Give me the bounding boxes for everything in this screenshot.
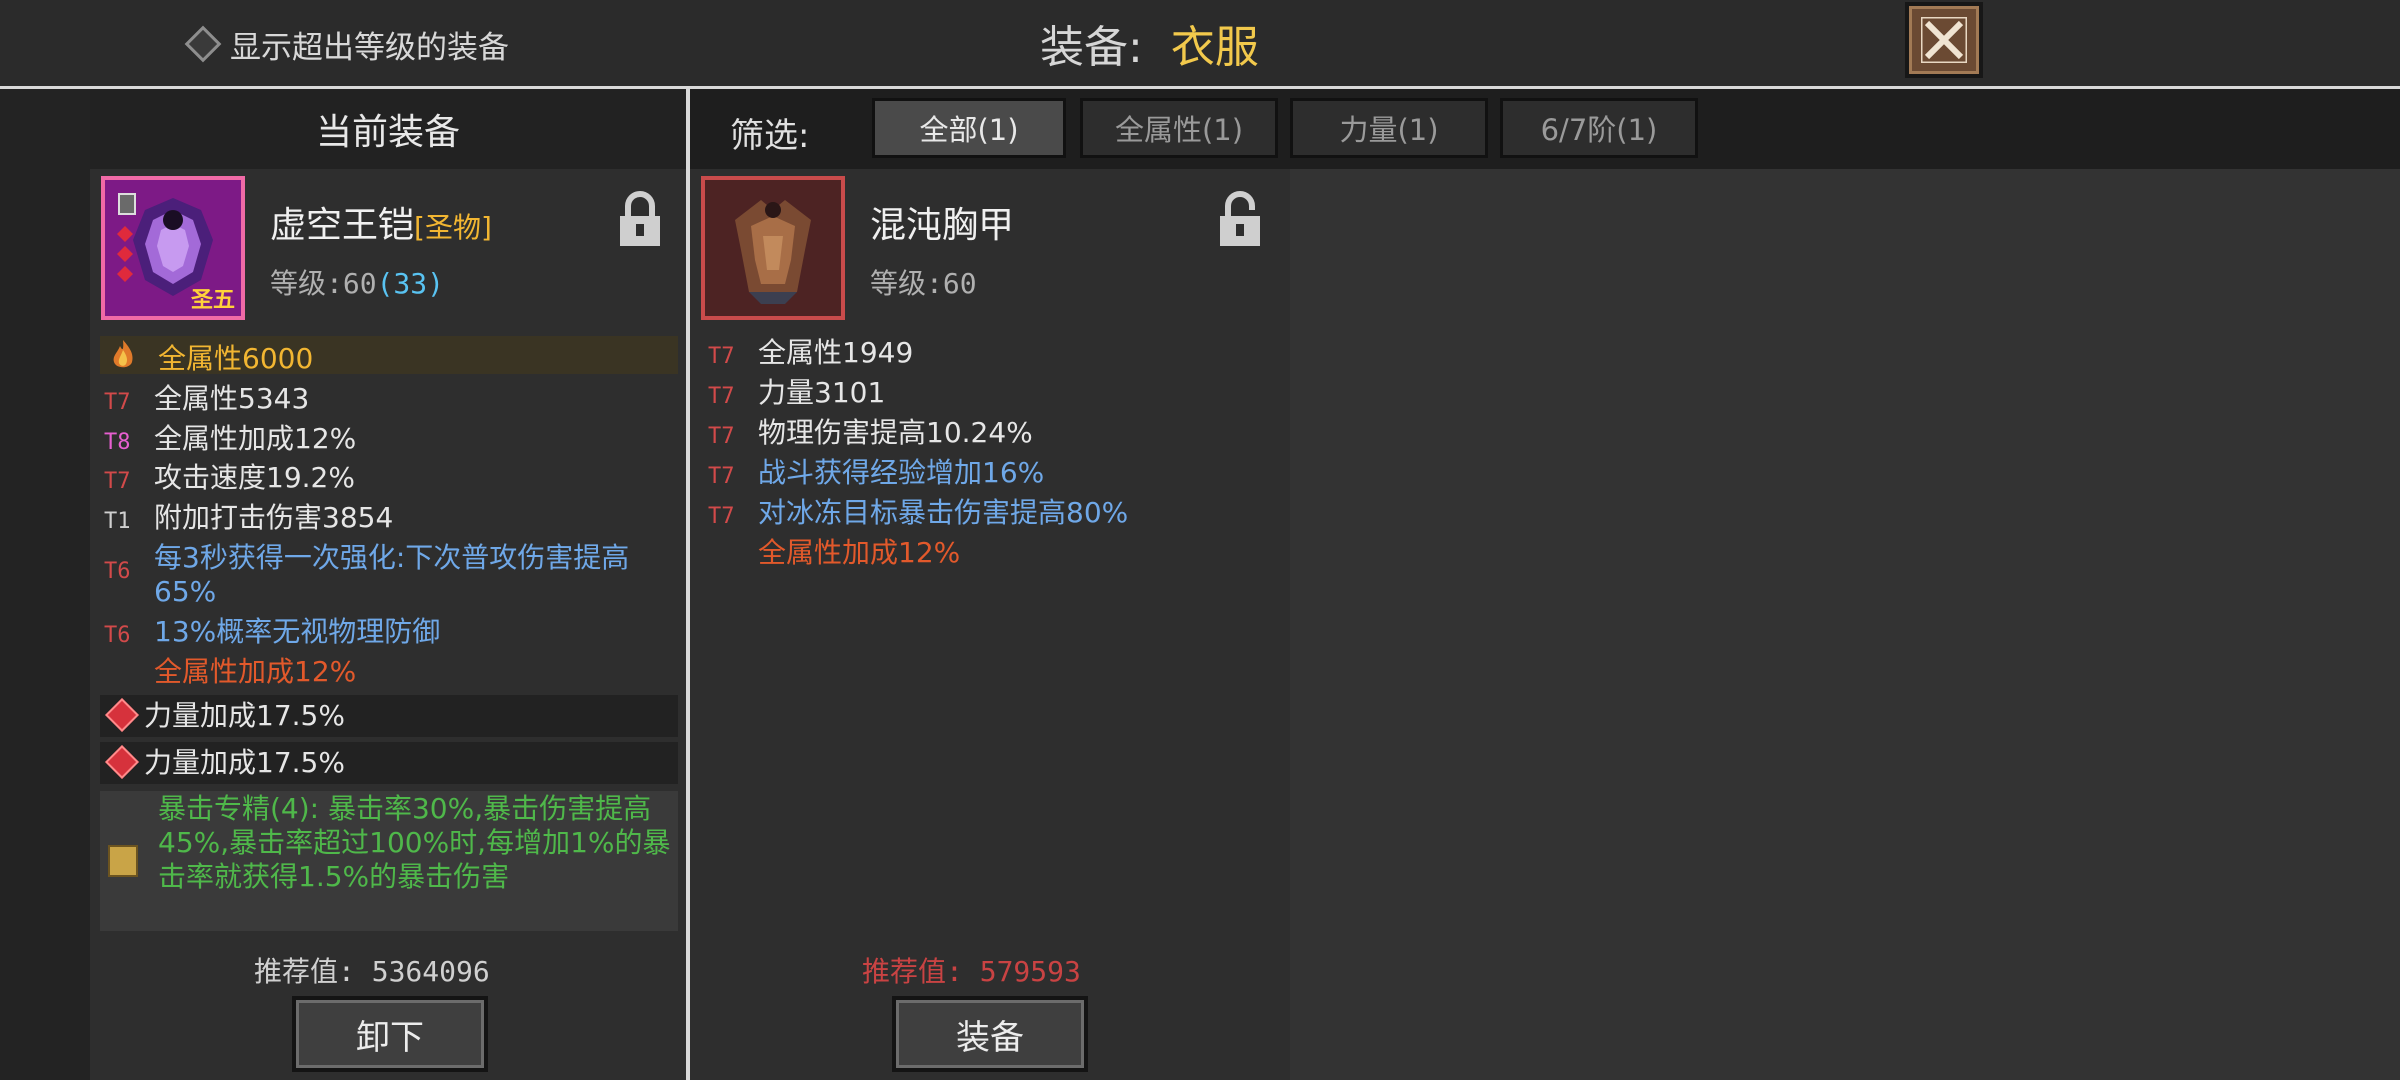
stat-text: 攻击速度19.2% <box>154 461 355 494</box>
close-button[interactable] <box>1905 2 1983 78</box>
stat-text: 全属性加成12% <box>154 422 357 455</box>
tier-label: T6 <box>104 623 131 648</box>
candidate-stat-row: T7 物理伤害提高10.24% <box>708 416 1268 454</box>
gem-row: 力量加成17.5% <box>100 695 678 737</box>
tier-label: T7 <box>708 424 735 449</box>
red-gem-icon <box>105 745 139 779</box>
current-level-text: 等级:60 <box>270 267 377 300</box>
current-stat-row: T8 全属性加成12% <box>104 422 664 460</box>
tier-label: T8 <box>104 430 131 455</box>
show-over-level-toggle[interactable]: 显示超出等级的装备 <box>184 24 509 66</box>
item-grade-badge: 圣五 <box>190 288 235 313</box>
flame-icon <box>113 340 133 368</box>
stat-text: 全属性加成12% <box>758 536 961 569</box>
current-level-extra: (33) <box>376 267 445 300</box>
stat-text: 全属性5343 <box>154 382 310 415</box>
stat-text: 物理伤害提高10.24% <box>758 416 1033 449</box>
empty-list-area <box>1290 169 2400 1080</box>
current-recommend-value: 推荐值: 5364096 <box>254 955 490 988</box>
current-stat-row: T1 附加打击伤害3854 <box>104 501 664 539</box>
current-stat-row: T7 攻击速度19.2% <box>104 461 664 499</box>
equip-button[interactable]: 装备 <box>892 996 1088 1072</box>
title-label: 装备: <box>1040 22 1143 73</box>
highlight-stat: 全属性6000 <box>158 342 314 375</box>
show-over-level-label: 显示超出等级的装备 <box>230 29 509 66</box>
tier-label: T6 <box>104 559 131 584</box>
red-gem-icon <box>105 698 139 732</box>
close-icon <box>1921 17 1967 63</box>
candidate-stat-row: T7 全属性1949 <box>708 336 1268 374</box>
filter-tab-all-attributes[interactable]: 全属性(1) <box>1080 98 1278 158</box>
tier-label: T7 <box>104 469 131 494</box>
current-item-tag: [圣物] <box>414 211 492 244</box>
tier-label: T7 <box>708 504 735 529</box>
title-slot: 衣服 <box>1170 22 1259 73</box>
left-margin <box>0 89 90 1080</box>
candidate-stat-row: T7 战斗获得经验增加16% <box>708 456 1268 494</box>
stat-text: 全属性1949 <box>758 336 914 369</box>
current-equipment-header: 当前装备 <box>90 89 686 169</box>
chaos-chestplate-icon <box>705 180 841 316</box>
stat-text: 附加打击伤害3854 <box>154 501 394 534</box>
candidate-recommend-value: 推荐值: 579593 <box>862 955 1081 988</box>
candidate-item-level: 等级:60 <box>870 267 977 300</box>
filter-tab-tier-6-7[interactable]: 6/7阶(1) <box>1500 98 1698 158</box>
current-stat-row: 全属性加成12% <box>104 655 664 689</box>
gem-row: 力量加成17.5% <box>100 742 678 784</box>
page-title: 装备: 衣服 <box>1040 14 1259 73</box>
tier-label <box>104 655 154 689</box>
filter-tab-strength[interactable]: 力量(1) <box>1290 98 1488 158</box>
tier-label: T7 <box>708 384 735 409</box>
stat-text: 对冰冻目标暴击伤害提高80% <box>758 496 1129 529</box>
filter-label: 筛选: <box>730 116 810 156</box>
tier-label <box>708 536 758 570</box>
candidate-item-icon[interactable] <box>701 176 845 320</box>
candidate-stat-row: T7 对冰冻目标暴击伤害提高80% <box>708 496 1288 534</box>
current-stat-row: T7 全属性5343 <box>104 382 664 420</box>
stat-text: 13%概率无视物理防御 <box>154 615 441 648</box>
unlocked-icon[interactable] <box>1216 190 1264 250</box>
skill-text: 暴击专精(4): 暴击率30%,暴击伤害提高45%,暴击率超过100%时,每增加… <box>158 792 671 893</box>
locked-icon[interactable] <box>616 190 664 250</box>
unequip-button[interactable]: 卸下 <box>292 996 488 1072</box>
gem-stat: 力量加成17.5% <box>144 699 345 732</box>
tier-label: T1 <box>104 509 131 534</box>
scroll-icon <box>108 845 138 877</box>
tier-label: T7 <box>708 464 735 489</box>
stat-text: 战斗获得经验增加16% <box>758 456 1045 489</box>
checkbox-diamond-icon[interactable] <box>184 25 222 63</box>
stat-text: 每3秒获得一次强化:下次普攻伤害提高65% <box>154 541 630 608</box>
filter-tab-all[interactable]: 全部(1) <box>872 98 1066 158</box>
current-item-name: 虚空王铠[圣物] <box>270 196 492 248</box>
candidate-item-name: 混沌胸甲 <box>870 205 1015 246</box>
tier-label: T7 <box>708 344 735 369</box>
stat-text: 力量3101 <box>758 376 886 409</box>
gem-stat: 力量加成17.5% <box>144 746 345 779</box>
candidate-stat-row: T7 力量3101 <box>708 376 1268 414</box>
tier-label: T7 <box>104 390 131 415</box>
stat-text: 全属性加成12% <box>154 655 357 688</box>
current-item-icon[interactable]: 圣五 <box>101 176 245 320</box>
candidate-stat-row: 全属性加成12% <box>708 536 1268 570</box>
current-item-name-text: 虚空王铠 <box>270 205 415 246</box>
current-stat-row: T6 每3秒获得一次强化:下次普攻伤害提高65% <box>104 541 674 609</box>
current-stat-row: T6 13%概率无视物理防御 <box>104 615 664 653</box>
current-item-level: 等级:60(33) <box>270 262 444 302</box>
